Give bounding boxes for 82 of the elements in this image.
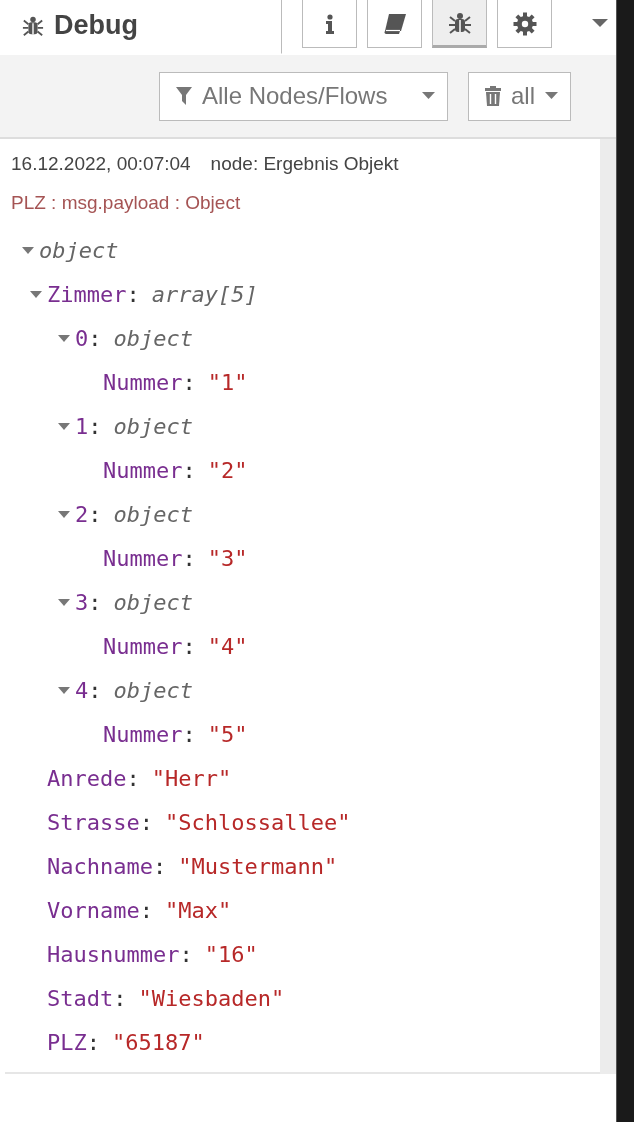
type-label: object — [113, 325, 193, 351]
string-value: "5" — [207, 721, 248, 747]
trash-icon — [485, 86, 501, 106]
string-value: "16" — [204, 941, 258, 967]
caret-icon — [545, 92, 558, 100]
property-key: Hausnummer — [47, 941, 180, 967]
caret-icon[interactable] — [21, 245, 35, 255]
colon: : — [126, 281, 140, 307]
sidebar-tab[interactable] — [432, 0, 487, 48]
property-key: Stadt — [47, 985, 114, 1011]
colon: : — [139, 897, 153, 923]
property-key: Anrede — [47, 765, 127, 791]
colon: : — [126, 765, 140, 791]
string-value: "Max" — [164, 897, 232, 923]
property-key: 2 — [75, 501, 89, 527]
colon: : — [182, 369, 196, 395]
bug-icon — [447, 10, 472, 35]
property-key: 1 — [75, 413, 89, 439]
colon: : — [152, 853, 167, 879]
string-value: "4" — [207, 633, 248, 659]
info-icon — [324, 13, 335, 34]
caret-icon[interactable] — [29, 289, 43, 299]
colon: : — [139, 809, 153, 835]
type-label: object — [113, 501, 193, 527]
property-key: PLZ — [47, 1029, 87, 1055]
string-value: "Schlossallee" — [164, 809, 351, 835]
caret-icon[interactable] — [592, 18, 608, 28]
property-key: 4 — [75, 677, 89, 703]
property-key: 0 — [75, 325, 89, 351]
caret-icon[interactable] — [57, 333, 71, 343]
caret-icon[interactable] — [57, 597, 71, 607]
property-key: Nachname — [47, 853, 153, 879]
property-key: Nummer — [103, 633, 183, 659]
property-key: Strasse — [47, 809, 140, 835]
colon: : — [182, 457, 196, 483]
colon: : — [179, 941, 193, 967]
settings-icon — [512, 11, 537, 36]
colon: : — [182, 633, 196, 659]
sidebar-tab[interactable] — [302, 0, 357, 48]
string-value: "Herr" — [151, 765, 232, 791]
bug-icon — [22, 14, 44, 37]
caret-icon[interactable] — [57, 509, 71, 519]
colon: : — [88, 589, 102, 615]
message-topic: PLZ : msg.payload : Object — [11, 192, 242, 214]
property-key: Zimmer — [47, 281, 127, 307]
string-value: "1" — [207, 369, 248, 395]
scrollbar-track[interactable] — [600, 139, 616, 1074]
caret-icon — [422, 92, 435, 100]
node-name: node: Ergebnis Objekt — [210, 153, 399, 175]
clear-dropdown[interactable]: all — [468, 71, 571, 121]
colon: : — [182, 545, 196, 571]
sidebar-tab[interactable] — [367, 0, 422, 48]
property-key: Nummer — [103, 545, 183, 571]
colon: : — [88, 413, 102, 439]
type-label: object — [113, 589, 193, 615]
colon: : — [88, 325, 102, 351]
property-key: Nummer — [103, 457, 183, 483]
string-value: "2" — [207, 457, 248, 483]
colon: : — [86, 1029, 100, 1055]
colon: : — [88, 501, 102, 527]
sidebar-tab[interactable] — [497, 0, 552, 48]
colon: : — [88, 677, 102, 703]
string-value: "Wiesbaden" — [138, 985, 285, 1011]
property-key: Nummer — [103, 721, 183, 747]
colon: : — [182, 721, 196, 747]
type-label: array[5] — [151, 281, 258, 307]
string-value: "65187" — [112, 1029, 205, 1055]
string-value: "Mustermann" — [178, 853, 338, 879]
type-label: object — [39, 237, 119, 263]
filter-icon — [176, 86, 192, 106]
colon: : — [113, 985, 127, 1011]
property-key: Nummer — [103, 369, 183, 395]
type-label: object — [113, 413, 193, 439]
property-key: Vorname — [47, 897, 140, 923]
caret-icon[interactable] — [57, 685, 71, 695]
property-key: 3 — [75, 589, 89, 615]
caret-icon[interactable] — [57, 421, 71, 431]
panel-title: Debug — [54, 10, 138, 41]
type-label: object — [113, 677, 193, 703]
timestamp: 16.12.2022, 00:07:04 — [11, 153, 191, 175]
filter-dropdown[interactable]: Alle Nodes/Flows — [159, 71, 448, 121]
string-value: "3" — [207, 545, 248, 571]
